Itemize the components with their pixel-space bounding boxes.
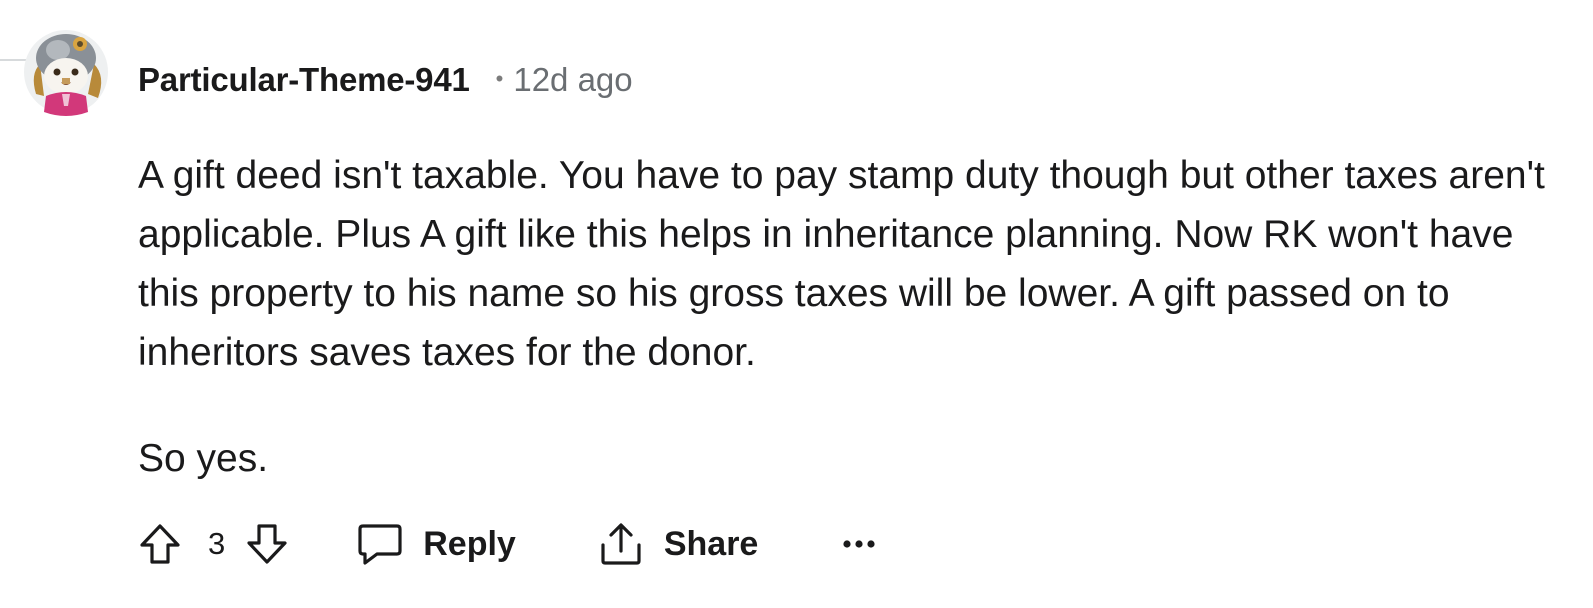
cartoon-avatar-icon: [24, 30, 108, 116]
timestamp[interactable]: 12d ago: [513, 61, 632, 99]
speech-bubble-icon: [357, 522, 403, 566]
comment-header: Particular-Theme-941 • 12d ago: [138, 58, 633, 102]
upvote-arrow-icon: [140, 524, 180, 564]
ellipsis-icon: [842, 539, 876, 549]
share-label: Share: [663, 524, 759, 563]
upvote-button[interactable]: [136, 519, 184, 569]
avatar[interactable]: [22, 24, 110, 120]
reply-label: Reply: [423, 524, 516, 563]
reply-button[interactable]: Reply: [357, 522, 516, 566]
share-upload-icon: [598, 521, 644, 567]
comment-actions: 3 Reply Share: [136, 518, 876, 570]
downvote-arrow-icon: [247, 524, 287, 564]
share-button[interactable]: Share: [598, 521, 759, 567]
comment-body: A gift deed isn't taxable. You have to p…: [138, 146, 1558, 488]
more-options-button[interactable]: [842, 539, 876, 549]
username-link[interactable]: Particular-Theme-941: [138, 61, 470, 99]
vote-score: 3: [208, 526, 226, 561]
comment-paragraph: A gift deed isn't taxable. You have to p…: [138, 154, 1545, 374]
comment-paragraph: So yes.: [138, 437, 269, 480]
separator-dot: •: [495, 66, 504, 91]
downvote-button[interactable]: [243, 519, 291, 569]
